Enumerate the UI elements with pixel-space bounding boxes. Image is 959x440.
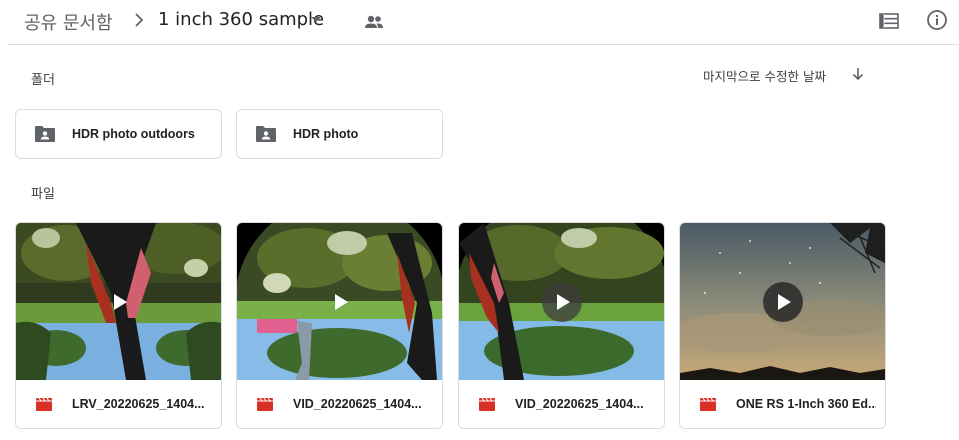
info-icon[interactable] (926, 9, 948, 31)
chevron-right-icon (135, 13, 144, 27)
video-thumbnail (237, 223, 442, 380)
video-thumbnail (16, 223, 221, 380)
file-footer: ONE RS 1-Inch 360 Ed... (680, 380, 885, 428)
file-name: VID_20220625_1404... (293, 397, 422, 411)
shared-folder-icon (35, 126, 55, 142)
video-file-icon (700, 397, 716, 411)
sort-by-modified-button[interactable]: 마지막으로 수정한 날짜 (703, 66, 826, 85)
folder-name: HDR photo outdoors (72, 127, 195, 141)
folders-section-label: 폴더 (31, 73, 55, 88)
play-icon[interactable] (99, 282, 139, 322)
top-bar: 공유 문서함 1 inch 360 sample (8, 0, 959, 45)
file-footer: VID_20220625_1404... (459, 380, 664, 428)
file-card[interactable]: VID_20220625_1404... (236, 222, 443, 429)
play-icon[interactable] (320, 282, 360, 322)
video-thumbnail (680, 223, 885, 380)
file-card[interactable]: ONE RS 1-Inch 360 Ed... (679, 222, 886, 429)
list-view-icon[interactable] (878, 10, 900, 32)
files-section-label: 파일 (31, 187, 55, 202)
file-name: VID_20220625_1404... (515, 397, 644, 411)
file-footer: LRV_20220625_1404... (16, 380, 221, 428)
video-thumbnail (459, 223, 664, 380)
file-footer: VID_20220625_1404... (237, 380, 442, 428)
file-name: ONE RS 1-Inch 360 Ed... (736, 397, 876, 411)
breadcrumb-shared-drives[interactable]: 공유 문서함 (24, 9, 113, 35)
play-icon[interactable] (542, 282, 582, 322)
shared-folder-icon (256, 126, 276, 142)
file-card[interactable]: VID_20220625_1404... (458, 222, 665, 429)
folder-card[interactable]: HDR photo outdoors (15, 109, 222, 159)
video-file-icon (36, 397, 52, 411)
video-file-icon (257, 397, 273, 411)
breadcrumb-current-folder[interactable]: 1 inch 360 sample (158, 9, 324, 30)
video-file-icon (479, 397, 495, 411)
people-icon (365, 15, 383, 28)
file-card[interactable]: LRV_20220625_1404... (15, 222, 222, 429)
caret-down-icon[interactable] (310, 16, 322, 24)
arrow-down-icon[interactable] (851, 66, 865, 82)
folder-card[interactable]: HDR photo (236, 109, 443, 159)
folder-name: HDR photo (293, 127, 359, 141)
play-icon[interactable] (763, 282, 803, 322)
file-name: LRV_20220625_1404... (72, 397, 205, 411)
